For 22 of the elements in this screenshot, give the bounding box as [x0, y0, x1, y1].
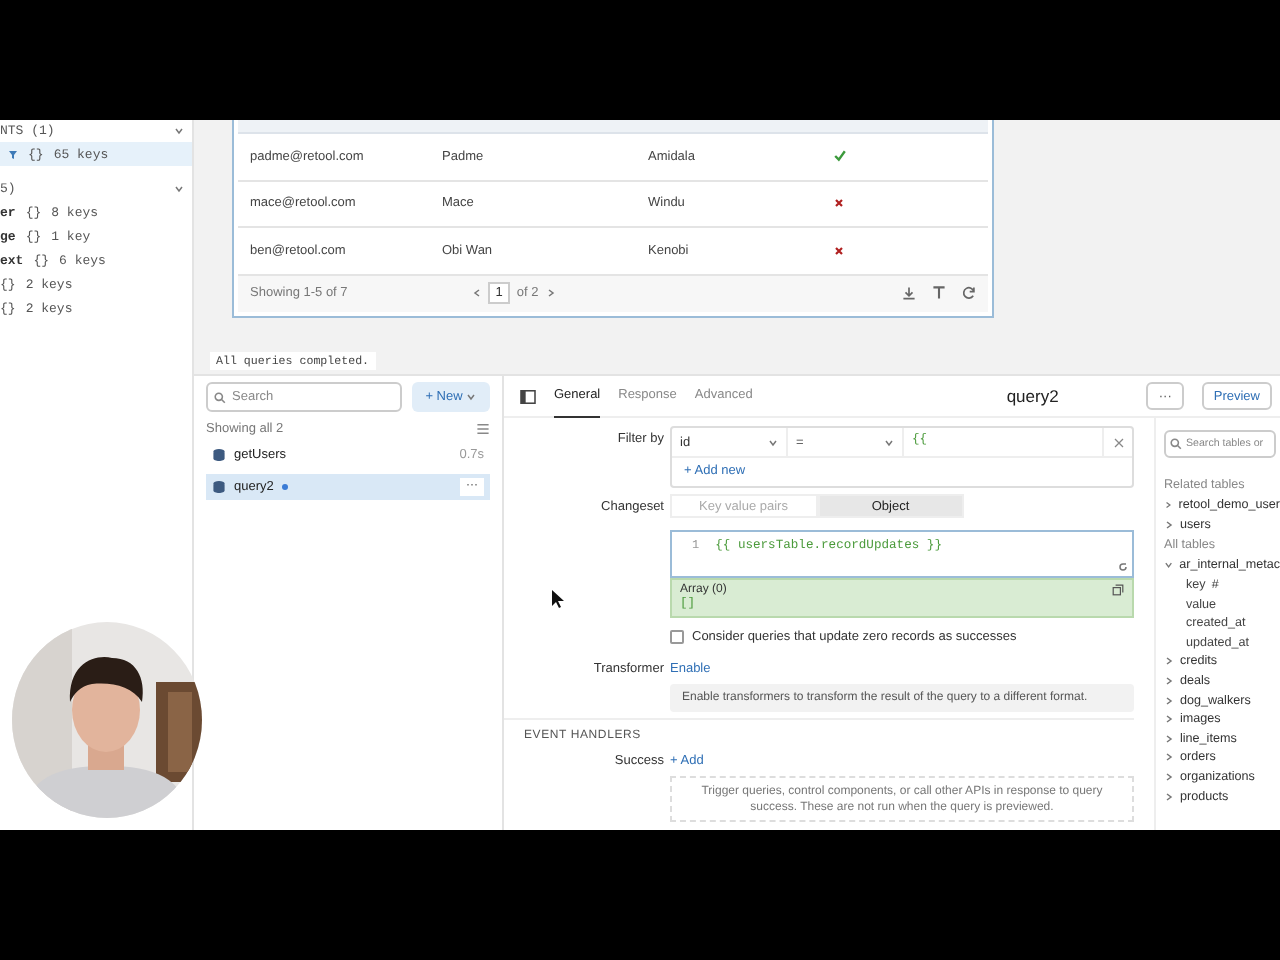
caret-icon[interactable]: [174, 126, 184, 136]
database-icon: [212, 448, 226, 462]
sort-icon[interactable]: [476, 422, 490, 436]
reset-icon[interactable]: [1118, 562, 1128, 572]
refresh-icon[interactable]: [962, 286, 976, 300]
database-icon: [212, 480, 226, 494]
checkbox[interactable]: [670, 630, 684, 644]
caret-icon: [884, 437, 894, 447]
caret-icon: [466, 392, 477, 402]
copy-icon[interactable]: [1112, 584, 1124, 596]
download-icon[interactable]: [902, 286, 916, 300]
sidebar-icon[interactable]: [520, 389, 536, 403]
caret-icon: [768, 437, 778, 447]
previous-icon[interactable]: [471, 288, 482, 298]
search-icon: [214, 391, 226, 403]
query-title: query2: [1006, 386, 1059, 406]
close-icon[interactable]: [1113, 437, 1123, 447]
search-icon: [1170, 438, 1182, 450]
caret-icon[interactable]: [174, 184, 184, 194]
pointer-icon: [552, 590, 564, 608]
caret-icon: [1164, 560, 1174, 571]
next-icon[interactable]: [546, 288, 557, 298]
